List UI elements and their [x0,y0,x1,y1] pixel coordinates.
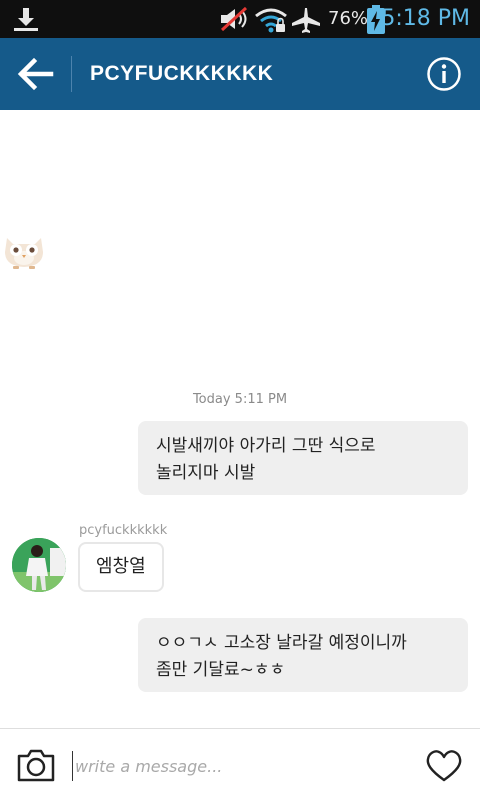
info-icon[interactable] [426,56,462,92]
heart-icon[interactable] [426,749,462,783]
status-bar: 76% 5:18 PM [0,0,480,38]
camera-icon[interactable] [16,747,56,783]
message-line: 시발새끼야 아가리 그딴 식으로 [156,436,376,456]
conversation-header: PCYFUCKKKKKK [0,38,480,110]
owl-sticker [5,238,43,269]
message-bubble-sent[interactable]: 시발새끼야 아가리 그딴 식으로 놀리지마 시발 [138,421,468,495]
download-icon [14,8,38,31]
sender-username: pcyfuckkkkkk [79,523,168,538]
message-text: 엠창열 [96,556,146,577]
battery-percentage: 76% [328,8,369,29]
message-line: 놀리지마 시발 [156,463,256,483]
message-timestamp: Today 5:11 PM [0,392,480,407]
back-arrow-icon[interactable] [16,56,54,92]
airplane-icon [292,8,320,33]
mute-icon [220,6,248,32]
avatar[interactable] [12,538,66,592]
message-composer [0,728,480,801]
timestamp-text: Today 5:11 PM [192,392,288,407]
message-line: 좀만 기달료~ㅎㅎ [156,660,286,680]
message-line: ㅇㅇㄱㅅ 고소장 날라갈 예정이니까 [156,633,407,653]
wifi-icon [255,8,287,33]
message-bubble-received[interactable]: 엠창열 [78,542,164,592]
conversation-title: PCYFUCKKKKKK [90,62,274,85]
message-input[interactable] [72,751,417,781]
header-divider [71,56,72,92]
clock: 5:18 PM [381,6,470,31]
avatar-photo [12,538,66,592]
message-bubble-sent[interactable]: ㅇㅇㄱㅅ 고소장 날라갈 예정이니까 좀만 기달료~ㅎㅎ [138,618,468,692]
